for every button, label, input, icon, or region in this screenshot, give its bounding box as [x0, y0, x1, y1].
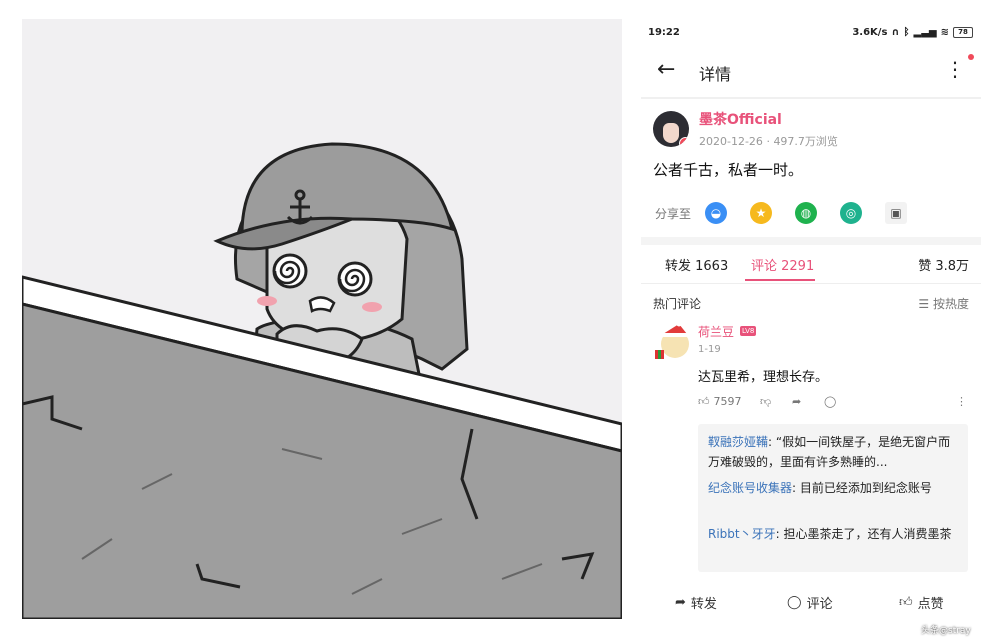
comment-button[interactable]: ◯ 评论 — [787, 593, 833, 612]
wechat-icon[interactable]: ◍ — [795, 202, 818, 224]
share-arrow-icon[interactable]: ➦ — [792, 395, 801, 408]
chibi-soldier-illustration — [22, 142, 622, 619]
comment-more-icon[interactable]: ⋮ — [956, 395, 967, 408]
comment-actions: 👍︎ 7597 👎︎ ➦ ◯ ⋮ — [698, 393, 968, 413]
share-label: 分享至 — [655, 206, 692, 221]
gallery-icon[interactable]: ▣ — [885, 202, 908, 224]
bottom-action-bar: ➦ 转发 ◯ 评论 👍︎ 点赞 — [641, 587, 981, 619]
back-arrow-icon[interactable]: ← — [657, 59, 675, 81]
wifi-icon: ≋ — [940, 27, 949, 38]
reply-text: : 目前已经添加到纪念账号 — [792, 481, 932, 495]
illustration — [22, 19, 622, 619]
hot-comments-label: 热门评论 — [653, 297, 702, 311]
share-row: 分享至 ◒ ★ ◍ ◎ ▣ — [655, 199, 930, 227]
tab-comments[interactable]: 评论 2291 — [751, 255, 814, 274]
commenter-name[interactable]: 荷兰豆 — [698, 323, 734, 340]
moments-icon[interactable]: ◎ — [840, 202, 863, 224]
list-icon: ☰ — [918, 297, 933, 311]
signal-icon: ▂▃▅ — [913, 27, 937, 38]
commenter-avatar[interactable] — [653, 322, 693, 360]
bluetooth-icon: ᛒ — [903, 27, 910, 38]
qq-icon[interactable]: ◒ — [705, 202, 728, 224]
watermark: 头条@stray — [921, 626, 971, 636]
sort-button[interactable]: ☰ 按热度 — [918, 295, 969, 312]
level-badge: LV8 — [740, 326, 757, 336]
reply-author[interactable]: 靫融莎娅鞴 — [708, 435, 768, 449]
thumbs-down-icon[interactable]: 👎︎ — [760, 395, 771, 408]
comment-label: 评论 — [806, 597, 833, 612]
reply-item: 纪念账号收集器: 目前已经添加到纪念账号 — [708, 478, 958, 498]
like-icon: 👍︎ — [899, 595, 913, 610]
verified-badge-icon: v — [679, 137, 689, 147]
like-button[interactable]: 👍︎ 点赞 — [899, 593, 944, 612]
comment-like-button[interactable]: 👍︎ 7597 — [698, 395, 742, 408]
headphones-icon: ∩ — [891, 27, 900, 38]
like-label: 点赞 — [917, 597, 944, 612]
reply-item: Ribbt丶牙牙: 担心墨茶走了，还有人消费墨茶 — [708, 524, 958, 544]
reply-author[interactable]: Ribbt丶牙牙 — [708, 527, 776, 541]
page-title: 详情 — [699, 65, 732, 84]
reply-preview-box[interactable]: 靫融莎娅鞴: “假如一间铁屋子，是绝无窗户而万难破毁的，里面有许多熟睡的... … — [698, 424, 968, 572]
post-date: 2020-12-26 — [699, 135, 763, 148]
notification-dot — [968, 54, 974, 60]
phone-screen: 19:22 3.6K/s ∩ ᛒ ▂▃▅ ≋ 78 ← 详情 ⋮ v 墨茶Off… — [641, 19, 981, 619]
repost-icon: ➦ — [675, 595, 686, 610]
more-options-icon[interactable]: ⋮ — [945, 59, 965, 79]
battery-icon: 78 — [953, 27, 973, 38]
post-views: 497.7万浏览 — [773, 135, 838, 148]
tab-bar: 转发 1663 评论 2291 赞 3.8万 — [641, 247, 981, 284]
comment-icon: ◯ — [787, 595, 802, 610]
network-speed: 3.6K/s — [852, 27, 888, 38]
tab-likes[interactable]: 赞 3.8万 — [918, 255, 969, 274]
comment-date: 1-19 — [698, 344, 721, 355]
tab-repost[interactable]: 转发 1663 — [665, 255, 728, 274]
reply-bubble-icon[interactable]: ◯ — [824, 395, 836, 408]
repost-button[interactable]: ➦ 转发 — [675, 593, 717, 612]
status-indicators: 3.6K/s ∩ ᛒ ▂▃▅ ≋ 78 — [852, 27, 973, 38]
repost-label: 转发 — [690, 597, 717, 612]
status-time: 19:22 — [648, 27, 680, 38]
thumbs-up-icon: 👍︎ — [698, 395, 710, 408]
reply-author[interactable]: 纪念账号收集器 — [708, 481, 792, 495]
qzone-icon[interactable]: ★ — [750, 202, 773, 224]
title-bar: ← 详情 ⋮ — [641, 47, 981, 99]
active-tab-indicator — [745, 279, 815, 281]
post-meta: 2020-12-26 · 497.7万浏览 — [699, 135, 838, 148]
reply-text: : 担心墨茶走了，还有人消费墨茶 — [775, 527, 952, 541]
author-name[interactable]: 墨茶Official — [699, 109, 782, 129]
post-text: 公者千古，私者一时。 — [653, 161, 804, 179]
author-avatar[interactable]: v — [653, 111, 689, 147]
comment-like-count: 7597 — [713, 395, 742, 408]
sort-label: 按热度 — [932, 297, 969, 311]
status-bar: 19:22 3.6K/s ∩ ᛒ ▂▃▅ ≋ 78 — [641, 19, 981, 47]
comment-text: 达瓦里希，理想长存。 — [698, 370, 829, 385]
reply-item: 靫融莎娅鞴: “假如一间铁屋子，是绝无窗户而万难破毁的，里面有许多熟睡的... — [708, 432, 958, 472]
divider — [641, 237, 981, 245]
